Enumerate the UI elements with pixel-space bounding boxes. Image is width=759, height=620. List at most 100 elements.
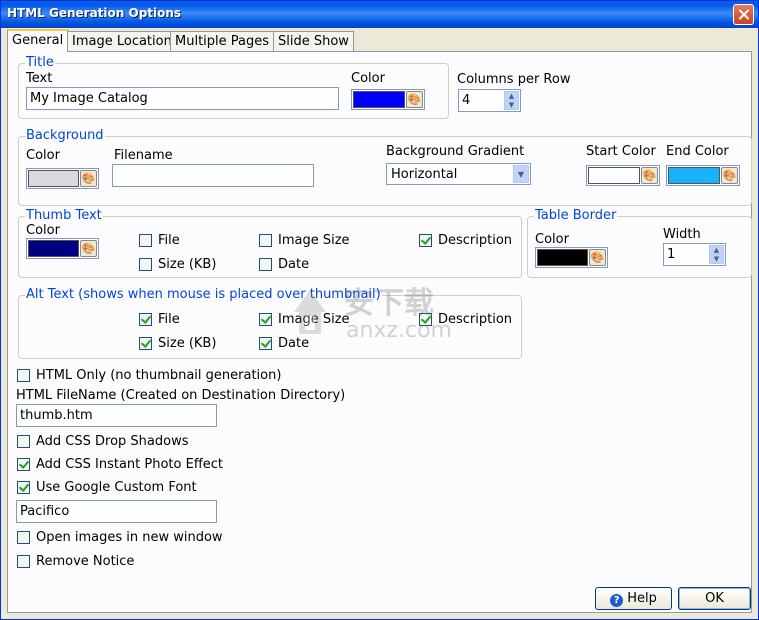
table-border-group: Table Border Color 🎨 Width 1 ▲ ▼ <box>527 208 752 278</box>
end-color-swatch <box>668 167 720 184</box>
columns-spinner[interactable]: 4 ▲ ▼ <box>458 89 521 112</box>
background-filename-label: Filename <box>114 148 173 163</box>
title-color-swatch <box>353 91 405 108</box>
table-border-heading: Table Border <box>534 208 618 223</box>
checkbox-label: Date <box>278 336 310 351</box>
help-button[interactable]: ? Help <box>595 587 672 610</box>
tab-general[interactable]: General <box>7 29 69 52</box>
title-text-label: Text <box>26 71 53 86</box>
close-icon[interactable] <box>733 4 754 25</box>
start-color-label: Start Color <box>586 144 656 159</box>
checkbox-label: Add CSS Instant Photo Effect <box>36 457 224 472</box>
background-color-picker[interactable]: 🎨 <box>26 168 99 189</box>
checkbox-box <box>419 313 432 326</box>
palette-icon[interactable]: 🎨 <box>80 240 97 257</box>
palette-icon[interactable]: 🎨 <box>721 167 738 184</box>
palette-icon[interactable]: 🎨 <box>80 170 97 187</box>
spin-down-icon[interactable]: ▼ <box>709 254 724 264</box>
checkbox-label: Description <box>438 233 513 248</box>
table-border-color-picker[interactable]: 🎨 <box>535 247 608 268</box>
checkbox-label: Open images in new window <box>36 530 223 545</box>
columns-value: 4 <box>462 93 471 108</box>
columns-spinner-arrows: ▲ ▼ <box>504 91 519 110</box>
start-color-picker[interactable]: 🎨 <box>586 165 660 186</box>
html-filename-input[interactable]: thumb.htm <box>16 404 217 427</box>
background-group-heading: Background <box>25 128 105 143</box>
help-icon: ? <box>610 594 624 607</box>
thumb-text-color-picker[interactable]: 🎨 <box>26 238 99 259</box>
checkbox-box <box>259 234 272 247</box>
checkbox-label: Size (KB) <box>158 257 217 272</box>
palette-icon[interactable]: 🎨 <box>641 167 658 184</box>
checkbox-box <box>17 435 30 448</box>
background-color-label: Color <box>26 148 60 163</box>
checkbox-label: Image Size <box>278 233 350 248</box>
checkbox-label: Remove Notice <box>36 554 135 569</box>
title-color-label: Color <box>351 71 385 86</box>
end-color-label: End Color <box>666 144 729 159</box>
checkbox-label: HTML Only (no thumbnail generation) <box>36 368 282 383</box>
ok-button[interactable]: OK <box>678 587 751 610</box>
title-group: Title Text My Image Catalog Color 🎨 <box>18 55 449 119</box>
background-color-swatch <box>28 170 79 187</box>
checkbox-box <box>259 258 272 271</box>
checkbox-label: File <box>158 233 180 248</box>
tab-image-location[interactable]: Image Location <box>67 31 177 51</box>
checkbox-box <box>17 369 30 382</box>
checkbox-label: Date <box>278 257 310 272</box>
background-gradient-select[interactable]: Horizontal ▼ <box>386 163 531 185</box>
background-gradient-label: Background Gradient <box>386 144 525 159</box>
help-button-label: Help <box>627 591 657 606</box>
title-color-picker[interactable]: 🎨 <box>351 89 425 110</box>
thumb-text-color-swatch <box>28 240 79 257</box>
tab-multiple-pages[interactable]: Multiple Pages <box>170 31 275 51</box>
checkbox-box <box>259 337 272 350</box>
html-filename-label: HTML FileName (Created on Destination Di… <box>16 388 346 403</box>
table-border-color-label: Color <box>535 232 569 247</box>
checkbox-box <box>419 234 432 247</box>
checkbox-box <box>139 313 152 326</box>
checkbox-label: File <box>158 312 180 327</box>
title-bar[interactable]: HTML Generation Options <box>1 1 758 28</box>
palette-icon[interactable]: 🎨 <box>589 249 606 266</box>
checkbox-label: Size (KB) <box>158 336 217 351</box>
alt-text-group: Alt Text (shows when mouse is placed ove… <box>18 287 522 359</box>
checkbox-box <box>17 555 30 568</box>
checkbox-label: Description <box>438 312 513 327</box>
checkbox-box <box>259 313 272 326</box>
google-font-input[interactable]: Pacifico <box>16 500 217 523</box>
palette-icon[interactable]: 🎨 <box>406 91 423 108</box>
tab-slide-show[interactable]: Slide Show <box>273 31 354 51</box>
width-spinner-arrows: ▲ ▼ <box>709 245 724 264</box>
title-group-heading: Title <box>25 55 55 70</box>
table-border-width-value: 1 <box>667 247 676 262</box>
general-panel: Title Text My Image Catalog Color 🎨 Colu… <box>7 51 752 613</box>
table-border-width-label: Width <box>663 227 701 242</box>
alt-text-heading: Alt Text (shows when mouse is placed ove… <box>25 287 382 302</box>
end-color-picker[interactable]: 🎨 <box>666 165 740 186</box>
spin-down-icon[interactable]: ▼ <box>504 100 519 110</box>
checkbox-box <box>17 458 30 471</box>
checkbox-label: Add CSS Drop Shadows <box>36 434 189 449</box>
thumb-text-group: Thumb Text Color 🎨 File Size (KB) Image … <box>18 208 522 278</box>
background-filename-input[interactable] <box>112 164 314 187</box>
checkbox-label: Use Google Custom Font <box>36 480 197 495</box>
checkbox-label: Image Size <box>278 312 350 327</box>
columns-label: Columns per Row <box>457 72 571 87</box>
thumb-text-color-label: Color <box>26 223 60 238</box>
checkbox-box <box>17 481 30 494</box>
thumb-text-heading: Thumb Text <box>25 208 103 223</box>
background-group: Background Color 🎨 Filename Background G… <box>18 128 752 206</box>
chevron-down-icon[interactable]: ▼ <box>513 165 529 183</box>
dialog-window: HTML Generation Options General Image Lo… <box>0 0 759 620</box>
window-title: HTML Generation Options <box>7 6 182 20</box>
checkbox-box <box>17 531 30 544</box>
checkbox-box <box>139 337 152 350</box>
background-gradient-value: Horizontal <box>391 167 458 182</box>
title-text-input[interactable]: My Image Catalog <box>26 87 339 110</box>
table-border-width-spinner[interactable]: 1 ▲ ▼ <box>663 243 726 266</box>
table-border-color-swatch <box>537 249 588 266</box>
start-color-swatch <box>588 167 640 184</box>
checkbox-box <box>139 258 152 271</box>
checkbox-box <box>139 234 152 247</box>
